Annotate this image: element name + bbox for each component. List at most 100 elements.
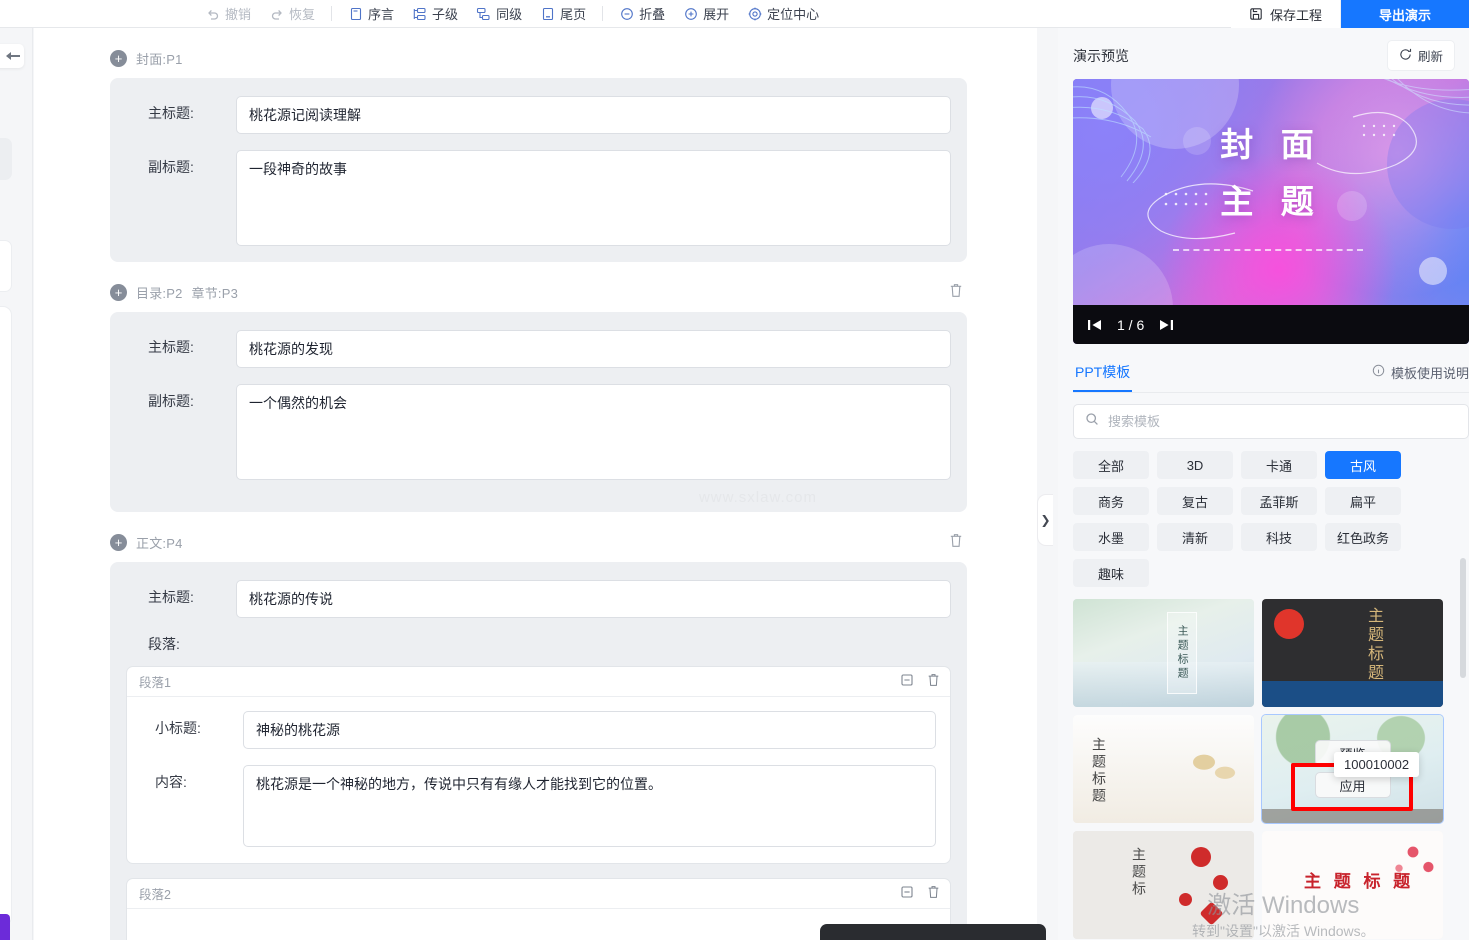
decor-lantern [1191, 847, 1211, 867]
template-card[interactable]: 主题标题 [1073, 715, 1254, 823]
child-level-button[interactable]: 子级 [403, 2, 467, 25]
template-caption: 主题标题 [1091, 737, 1107, 805]
category-chip-business[interactable]: 商务 [1073, 487, 1149, 515]
preface-label: 序言 [368, 7, 395, 22]
search-icon [1085, 412, 1099, 431]
category-chip-memphis[interactable]: 孟菲斯 [1241, 487, 1317, 515]
refresh-label: 刷新 [1417, 50, 1443, 64]
category-chip-tech[interactable]: 科技 [1241, 523, 1317, 551]
rail-block-a[interactable] [0, 138, 12, 180]
add-section-icon[interactable]: + [110, 283, 127, 301]
add-section-icon[interactable]: + [110, 49, 127, 67]
template-search-box[interactable] [1073, 404, 1469, 439]
previous-slide-icon[interactable] [1087, 318, 1103, 332]
paragraph-header: 段落1 [127, 667, 950, 697]
section-header-toc: + 目录:P2 章节:P3 [110, 272, 967, 312]
paragraph-content-textarea[interactable]: 桃花源是一个神秘的地方，传说中只有有缘人才能找到它的位置。 [243, 765, 936, 847]
collapse-button[interactable]: 折叠 [610, 2, 674, 25]
section-title-toc-part2: 章节:P3 [191, 285, 239, 301]
expand-button[interactable]: 展开 [674, 2, 738, 25]
redo-icon [269, 6, 284, 21]
decor-flower [1176, 743, 1246, 791]
template-card[interactable]: 主题标 [1073, 831, 1254, 939]
paragraph-subtitle-input[interactable]: 神秘的桃花源 [243, 711, 936, 749]
section-title-cover: 封面:P1 [136, 51, 183, 67]
category-chip-flat[interactable]: 扁平 [1325, 487, 1401, 515]
refresh-button[interactable]: 刷新 [1386, 40, 1455, 71]
main-title-input[interactable]: 桃花源记阅读理解 [236, 96, 951, 134]
undo-button[interactable]: 撤销 [196, 2, 260, 25]
rail-accent-block [0, 914, 10, 940]
search-input[interactable] [1108, 414, 1457, 429]
tab-ppt-template[interactable]: PPT模板 [1073, 358, 1133, 392]
paragraph-header: 段落2 [127, 879, 950, 909]
undo-label: 撤销 [225, 7, 252, 22]
save-project-button[interactable]: 保存工程 [1230, 0, 1341, 28]
slide-title-line1: 封 面 [1220, 125, 1322, 164]
sub-title-label: 副标题: [148, 159, 194, 175]
template-tabs-row: PPT模板 模板使用说明 [1073, 358, 1469, 393]
same-level-button[interactable]: 同级 [467, 2, 531, 25]
delete-section-icon[interactable] [949, 283, 963, 303]
category-chip-cartoon[interactable]: 卡通 [1241, 451, 1317, 479]
paragraphs-label: 段落: [148, 636, 180, 652]
delete-paragraph-icon[interactable] [927, 673, 940, 687]
category-chip-ink[interactable]: 水墨 [1073, 523, 1149, 551]
undo-icon [205, 6, 220, 21]
template-card[interactable]: 主 题 标 题 [1262, 831, 1443, 939]
paragraph-name: 段落2 [139, 888, 171, 902]
template-card[interactable]: 主题标题 [1073, 599, 1254, 707]
category-chip-all[interactable]: 全部 [1073, 451, 1149, 479]
slide-title-line2: 主 题 [1220, 181, 1322, 221]
delete-section-icon[interactable] [949, 533, 963, 553]
field-row-sub-title: 副标题: 一个偶然的机会 [126, 384, 951, 480]
target-icon [747, 6, 762, 21]
rail-block-c[interactable] [0, 306, 12, 926]
decor-lantern [1199, 901, 1224, 926]
export-presentation-button[interactable]: 导出演示 [1341, 0, 1469, 28]
child-level-icon [412, 6, 427, 21]
tail-page-button[interactable]: 尾页 [531, 2, 595, 25]
document-watermark: www.sxlaw.com [698, 489, 817, 506]
category-chip-classical[interactable]: 古风 [1325, 451, 1401, 479]
template-caption: 主题标题 [1167, 611, 1198, 695]
preview-title: 演示预览 [1073, 47, 1129, 64]
collapse-paragraph-icon[interactable] [901, 886, 913, 898]
locate-center-button[interactable]: 定位中心 [738, 2, 828, 25]
template-help-link[interactable]: 模板使用说明 [1372, 363, 1469, 388]
category-chip-fresh[interactable]: 清新 [1157, 523, 1233, 551]
section-title-toc: 目录:P2 章节:P3 [136, 283, 238, 302]
template-caption: 主题标 [1131, 847, 1147, 898]
rail-block-b[interactable] [0, 240, 12, 292]
add-section-icon[interactable]: + [110, 533, 127, 551]
tail-page-icon [540, 6, 555, 21]
sub-title-textarea[interactable]: 一段神奇的故事 [236, 150, 951, 246]
delete-paragraph-icon[interactable] [927, 885, 940, 899]
save-project-label: 保存工程 [1269, 7, 1322, 23]
template-caption: 主题标题 [1365, 607, 1382, 683]
panel-collapse-handle[interactable]: ❯ [1037, 494, 1053, 546]
slide-preview[interactable]: 封 面 主 题 1 / 6 [1073, 79, 1469, 344]
main-title-input[interactable]: 桃花源的发现 [236, 330, 951, 368]
category-chip-3d[interactable]: 3D [1157, 451, 1233, 479]
main-title-label: 主标题: [148, 339, 194, 355]
collapse-paragraph-icon[interactable] [901, 674, 913, 686]
template-thumbnail: 主题标题 [1073, 715, 1254, 823]
preview-header: 演示预览 刷新 [1058, 28, 1469, 79]
main-title-input[interactable]: 桃花源的传说 [236, 580, 951, 618]
category-chip-red-gov[interactable]: 红色政务 [1325, 523, 1401, 551]
redo-button[interactable]: 恢复 [260, 2, 324, 25]
paragraph-subtitle-label: 小标题: [155, 720, 201, 736]
minus-circle-icon [619, 6, 634, 21]
category-chip-retro[interactable]: 复古 [1157, 487, 1233, 515]
next-slide-icon[interactable] [1158, 318, 1174, 332]
sub-title-textarea[interactable]: 一个偶然的机会 [236, 384, 951, 480]
right-panel-scrollbar[interactable] [1460, 558, 1466, 678]
template-card[interactable]: 主题标题 [1262, 599, 1443, 707]
category-chip-fun[interactable]: 趣味 [1073, 559, 1149, 587]
template-thumbnail: 主题标 [1073, 831, 1254, 939]
preface-button[interactable]: 序言 [339, 2, 403, 25]
refresh-icon [1399, 48, 1412, 64]
rail-floating-chip[interactable] [0, 44, 24, 68]
toolbar-left-group: 撤销 恢复 序言 子级 同级 尾页 折叠 展开 定位中心 [196, 2, 828, 25]
